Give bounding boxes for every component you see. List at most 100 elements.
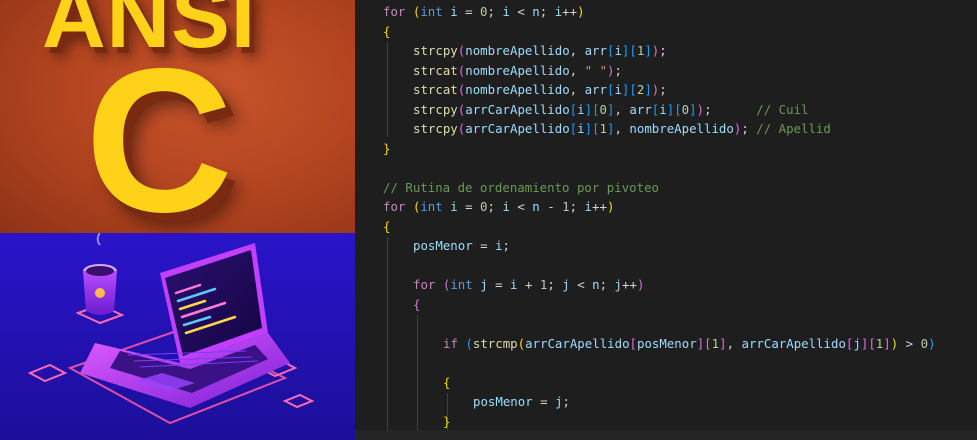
code-token: i — [502, 199, 510, 214]
code-token: = — [532, 394, 556, 409]
code-line[interactable] — [383, 314, 936, 334]
code-token: ; — [502, 238, 511, 253]
code-token: < — [509, 199, 533, 214]
code-token: < — [509, 4, 533, 19]
code-token: j — [853, 335, 861, 351]
code-line[interactable]: posMenor = i; — [383, 236, 936, 256]
code-token: 1 — [599, 121, 608, 136]
code-token: 0 — [480, 4, 488, 19]
code-token: { — [383, 218, 391, 234]
code-token: i — [584, 199, 593, 214]
code-line[interactable]: if (strcmp(arrCarApellido[posMenor][1], … — [383, 334, 936, 354]
code-token: j — [562, 277, 570, 292]
code-token: i — [614, 82, 622, 97]
code-token: n — [532, 199, 540, 214]
code-token: [ — [629, 43, 637, 58]
code-line[interactable]: for (int i = 0; i < n - 1; i++) — [383, 197, 936, 217]
code-token: , — [569, 82, 585, 97]
code-token: i — [577, 101, 585, 117]
code-text[interactable]: for (int i = 0; i < n; i++){strcpy(nombr… — [383, 2, 936, 430]
code-token: = — [457, 4, 481, 19]
code-token: ; — [547, 277, 563, 292]
code-token: ; — [704, 101, 757, 117]
code-line[interactable]: strcpy(arrCarApellido[i][1], nombreApell… — [383, 119, 936, 139]
code-token: 0 — [480, 199, 488, 214]
code-token: 1 — [711, 335, 720, 351]
code-token: [ — [868, 335, 876, 351]
code-token: i — [659, 101, 667, 117]
code-token: , — [614, 121, 630, 136]
editor-bottom-bar — [355, 430, 977, 440]
code-token: > — [898, 335, 921, 351]
code-line[interactable]: strcpy(nombreApellido, arr[i][1]); — [383, 41, 936, 61]
code-token: arr — [584, 82, 607, 97]
code-line[interactable]: for (int j = i + 1; j < n; j++) — [383, 275, 936, 295]
code-token: } — [383, 140, 391, 156]
code-line[interactable]: { — [383, 217, 936, 237]
code-token: ) — [696, 101, 705, 117]
code-token: , — [569, 43, 585, 58]
code-line[interactable]: { — [383, 22, 936, 42]
code-line[interactable]: { — [383, 373, 936, 393]
code-token: arrCarApellido — [525, 335, 630, 351]
code-token: int — [420, 4, 443, 19]
code-token: if — [443, 335, 458, 351]
code-token: [ — [674, 101, 682, 117]
code-token: arrCarApellido — [465, 101, 570, 117]
code-line[interactable]: } — [383, 412, 936, 431]
code-token: j — [480, 277, 488, 292]
code-line[interactable] — [383, 353, 936, 373]
code-line[interactable]: } — [383, 139, 936, 159]
code-token: ] — [644, 82, 652, 97]
code-token: - — [539, 199, 563, 214]
code-token: // Cuil — [756, 101, 809, 117]
code-line[interactable]: strcat(nombreApellido, " "); — [383, 61, 936, 81]
code-line[interactable]: for (int i = 0; i < n; i++) — [383, 2, 936, 22]
code-token: , — [569, 62, 585, 78]
code-line[interactable]: strcpy(arrCarApellido[i][0], arr[i][0]);… — [383, 100, 936, 120]
code-token: [ — [592, 121, 600, 136]
code-token: ) — [928, 335, 936, 351]
code-line[interactable] — [383, 158, 936, 178]
code-token: ; — [659, 82, 667, 97]
code-token: 1 — [562, 199, 570, 214]
laptop-coffee-icon — [27, 233, 315, 425]
code-token: // Apellid — [756, 121, 831, 136]
code-line[interactable]: { — [383, 295, 936, 315]
code-token: 0 — [599, 101, 608, 117]
code-token: ; — [741, 121, 757, 136]
code-line[interactable]: // Rutina de ordenamiento por pivoteo — [383, 178, 936, 198]
code-token: ] — [644, 43, 652, 58]
code-line[interactable]: strcat(nombreApellido, arr[i][2]); — [383, 80, 936, 100]
code-token: strcat — [413, 62, 458, 78]
code-token: ; — [539, 4, 555, 19]
code-editor[interactable]: for (int i = 0; i < n; i++){strcpy(nombr… — [355, 0, 977, 430]
code-token: posMenor — [473, 394, 533, 409]
code-token: ) — [636, 277, 645, 292]
code-token: ] — [584, 101, 593, 117]
code-token: nombreApellido — [465, 82, 570, 97]
code-token: strcmp — [472, 335, 518, 351]
code-token: int — [450, 277, 473, 292]
code-token: ; — [614, 62, 622, 78]
ansi-c-logo-image: ANSI C — [0, 0, 355, 233]
code-token: i — [450, 199, 458, 214]
code-token: nombreApellido — [465, 62, 570, 78]
code-token: arr — [629, 101, 652, 117]
code-token: ( — [517, 335, 526, 351]
code-token: ] — [689, 101, 697, 117]
code-line[interactable] — [383, 256, 936, 276]
code-token: ) — [606, 199, 615, 214]
code-token: i — [495, 238, 503, 253]
code-line[interactable]: posMenor = j; — [383, 392, 936, 412]
code-token: ; — [599, 277, 615, 292]
code-token: [ — [704, 335, 712, 351]
code-token: ++ — [562, 4, 578, 19]
code-token: 0 — [920, 335, 929, 351]
code-token: ++ — [622, 277, 637, 292]
code-token: , — [614, 101, 630, 117]
code-token: ] — [584, 121, 593, 136]
code-token: n — [532, 4, 540, 19]
code-token: // Rutina de ordenamiento por pivoteo — [383, 179, 660, 195]
